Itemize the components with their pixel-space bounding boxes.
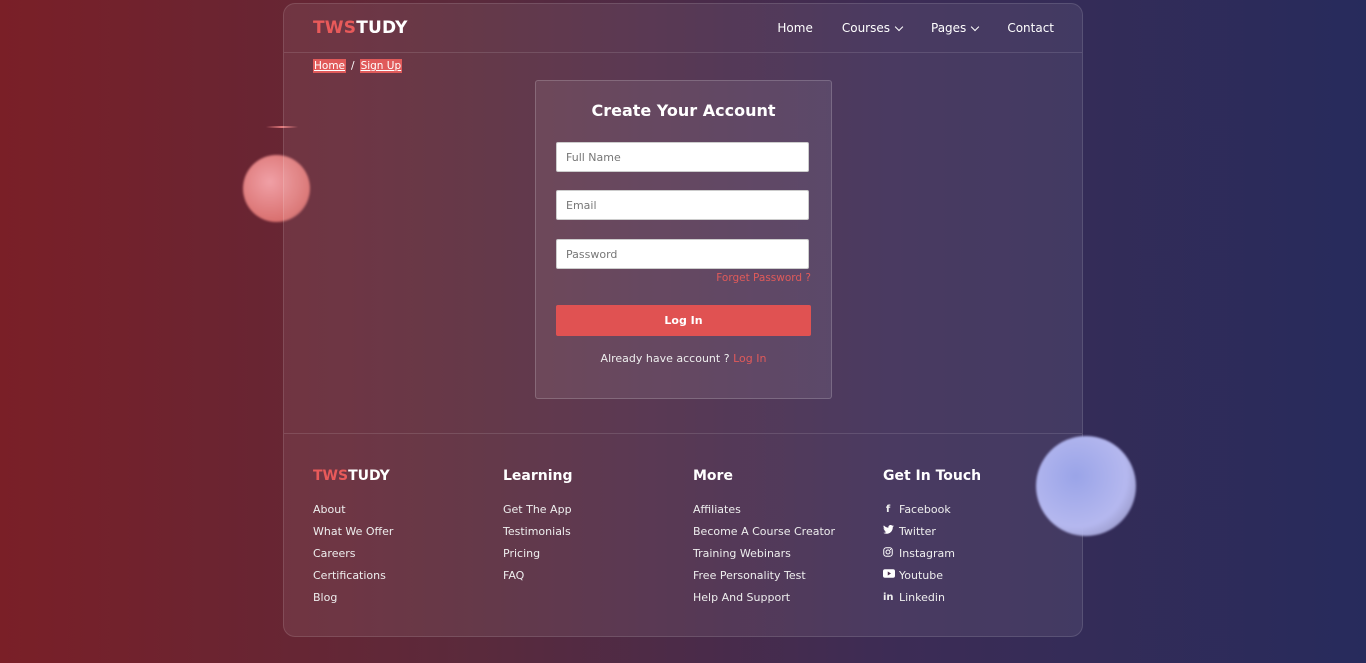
nav-home-label: Home — [777, 21, 813, 35]
footer-link-linkedin[interactable]: in Linkedin — [883, 586, 981, 608]
footer-link-pricing[interactable]: Pricing — [503, 542, 573, 564]
linkedin-label: Linkedin — [899, 590, 945, 604]
nav-contact-label: Contact — [1007, 21, 1054, 35]
footer-link-affiliates[interactable]: Affiliates — [693, 498, 835, 520]
footer-more-title: More — [693, 468, 733, 484]
login-button[interactable]: Log In — [556, 305, 811, 336]
main-nav: Home Courses Pages Contact — [777, 21, 1054, 35]
twitter-label: Twitter — [899, 524, 936, 538]
footer-contact-column: Get In Touch f Facebook Twitter Instagram… — [883, 468, 981, 608]
chevron-down-icon — [894, 22, 904, 31]
linkedin-icon: in — [883, 591, 894, 603]
site-header: TWSTUDY Home Courses Pages Contact — [284, 4, 1082, 53]
breadcrumb-current[interactable]: Sign Up — [359, 59, 403, 73]
footer-link-testimonials[interactable]: Testimonials — [503, 520, 573, 542]
nav-courses-label: Courses — [841, 21, 890, 35]
instagram-label: Instagram — [899, 546, 955, 560]
footer-learning-column: Learning Get The App Testimonials Pricin… — [503, 468, 573, 586]
footer-more-column: More Affiliates Become A Course Creator … — [693, 468, 835, 608]
youtube-icon — [883, 569, 895, 581]
twitter-icon — [883, 524, 894, 537]
footer-logo-part-tudy: TUDY — [348, 468, 390, 484]
chevron-down-icon — [971, 22, 980, 31]
footer-link-about[interactable]: About — [313, 498, 393, 520]
breadcrumb-separator: / — [351, 60, 355, 72]
breadcrumb-home[interactable]: Home — [313, 59, 347, 73]
login-link[interactable]: Log In — [733, 352, 766, 365]
footer-logo[interactable]: TWSTUDY — [313, 468, 393, 484]
site-logo[interactable]: TWSTUDY — [313, 18, 408, 38]
footer-link-personality-test[interactable]: Free Personality Test — [693, 564, 835, 586]
footer-link-instagram[interactable]: Instagram — [883, 542, 981, 564]
footer-link-training-webinars[interactable]: Training Webinars — [693, 542, 835, 564]
footer-link-youtube[interactable]: Youtube — [883, 564, 981, 586]
instagram-icon — [883, 546, 893, 560]
signup-form: Create Your Account Forget Password ? Lo… — [535, 80, 832, 399]
footer-contact-title: Get In Touch — [883, 468, 982, 484]
logo-part-tudy: TUDY — [356, 18, 408, 38]
page-card: TWSTUDY Home Courses Pages Contact Home … — [283, 3, 1083, 637]
footer-link-get-the-app[interactable]: Get The App — [503, 498, 573, 520]
footer-link-certifications[interactable]: Certifications — [313, 564, 393, 586]
site-footer: TWSTUDY About What We Offer Careers Cert… — [284, 433, 1082, 636]
password-input[interactable] — [556, 239, 809, 269]
footer-logo-part-tws: TWS — [313, 468, 349, 484]
nav-pages-label: Pages — [931, 21, 967, 35]
form-title: Create Your Account — [591, 101, 776, 120]
footer-link-careers[interactable]: Careers — [313, 542, 393, 564]
footer-link-blog[interactable]: Blog — [313, 586, 393, 608]
email-input[interactable] — [556, 190, 809, 220]
footer-learning-title: Learning — [503, 468, 573, 484]
already-account-text: Already have account ? Log In — [536, 352, 831, 365]
nav-home[interactable]: Home — [777, 21, 812, 35]
decorative-circle-right — [1036, 436, 1136, 536]
facebook-label: Facebook — [899, 502, 951, 516]
breadcrumb: Home / Sign Up — [313, 59, 403, 73]
nav-courses[interactable]: Courses — [841, 21, 904, 35]
footer-link-faq[interactable]: FAQ — [503, 564, 573, 586]
youtube-label: Youtube — [899, 568, 943, 582]
footer-link-what-we-offer[interactable]: What We Offer — [313, 520, 393, 542]
facebook-icon: f — [885, 503, 891, 515]
footer-link-course-creator[interactable]: Become A Course Creator — [693, 520, 835, 542]
footer-link-twitter[interactable]: Twitter — [883, 520, 981, 542]
logo-part-tws: TWS — [313, 18, 357, 38]
footer-link-facebook[interactable]: f Facebook — [883, 498, 981, 520]
forget-password-link[interactable]: Forget Password ? — [716, 272, 811, 284]
full-name-input[interactable] — [556, 142, 809, 172]
footer-link-help-support[interactable]: Help And Support — [693, 586, 835, 608]
nav-pages[interactable]: Pages — [931, 21, 980, 35]
nav-contact[interactable]: Contact — [1007, 21, 1054, 35]
footer-brand-column: TWSTUDY About What We Offer Careers Cert… — [313, 468, 393, 608]
already-account-label: Already have account ? — [600, 352, 730, 365]
